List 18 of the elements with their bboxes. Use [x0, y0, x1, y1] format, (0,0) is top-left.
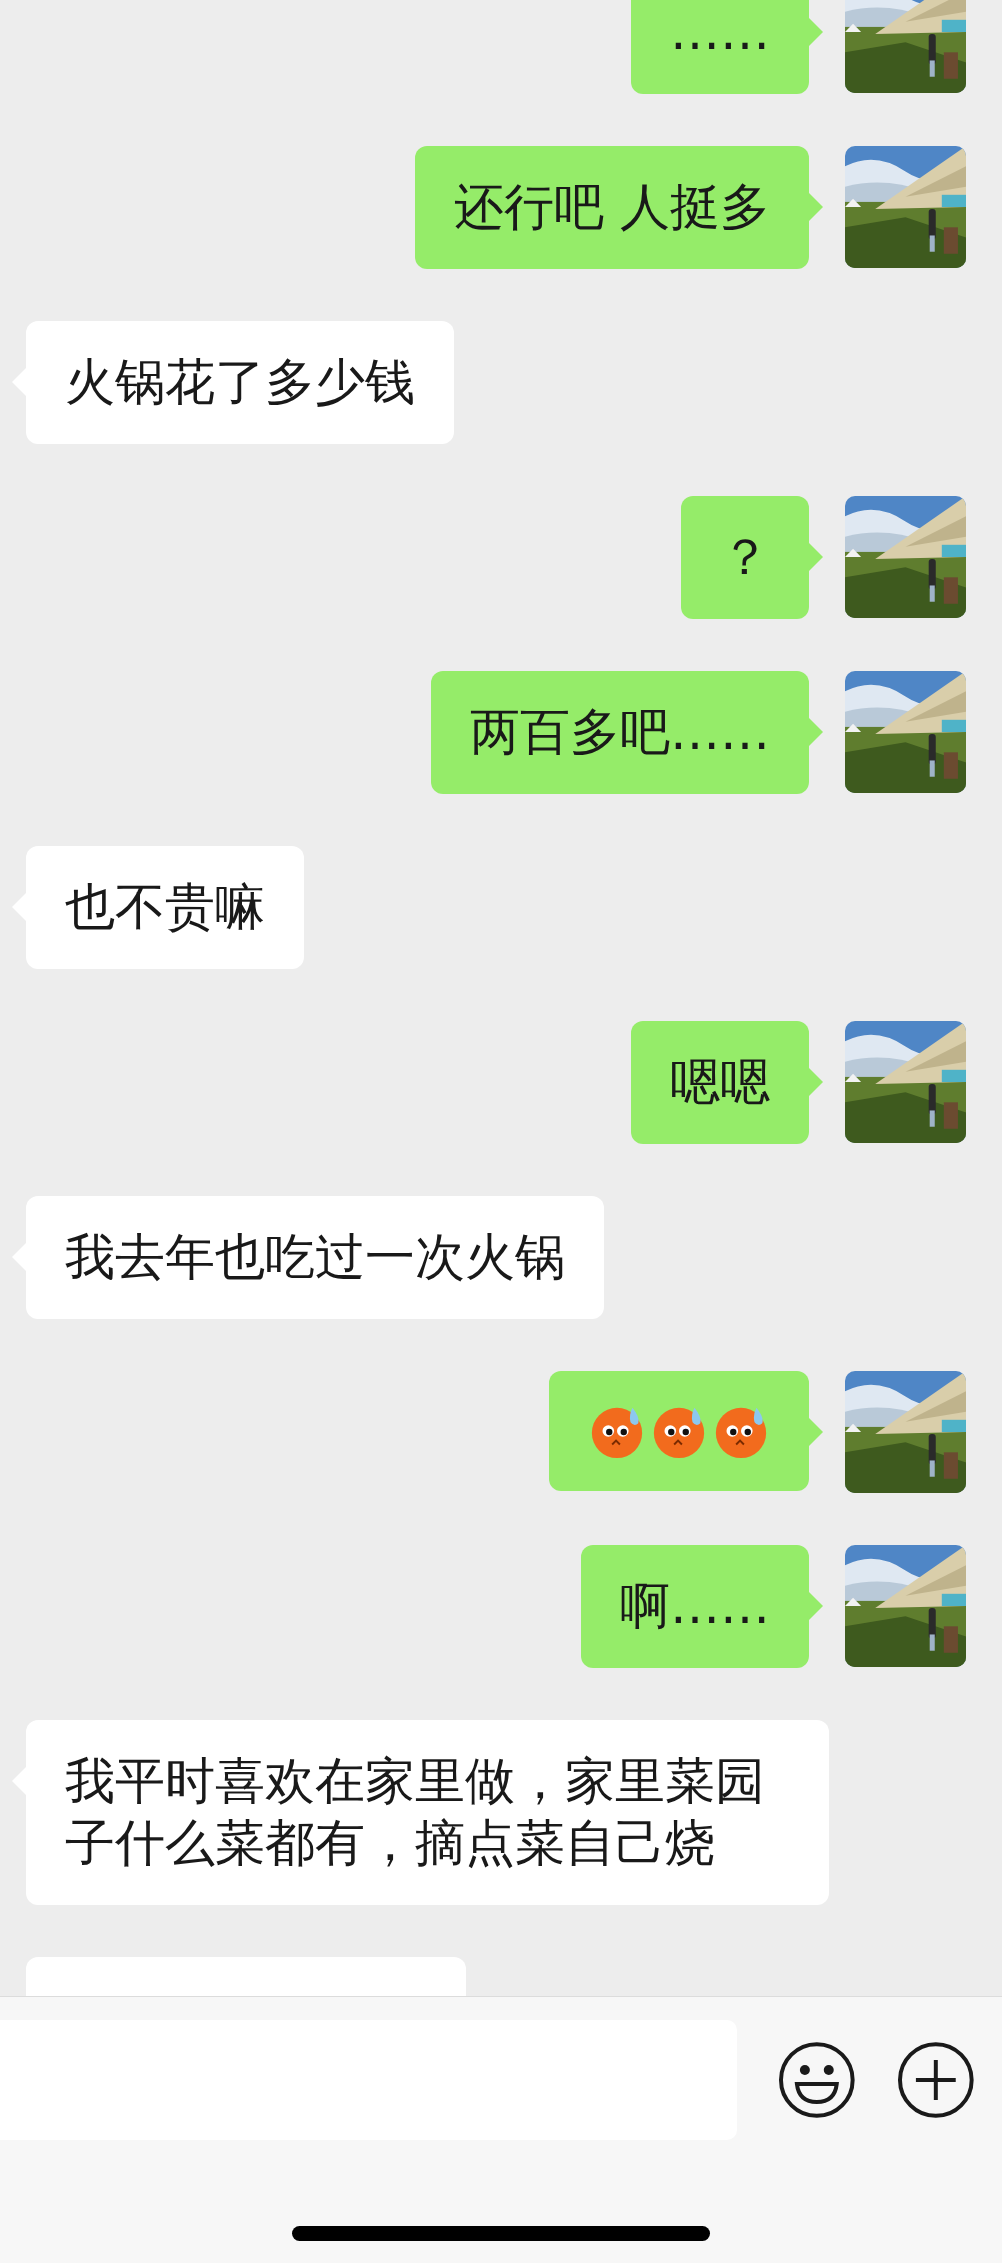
bubble-tail — [809, 543, 823, 571]
bubble-tail — [809, 18, 823, 46]
message-bubble: 我去年也吃过一次火锅 — [26, 1196, 604, 1319]
message-bubble: 火锅花了多少钱 — [26, 321, 454, 444]
message-bubble: 嗯嗯 — [631, 1021, 809, 1144]
bubble-tail — [809, 718, 823, 746]
bubble-tail — [809, 1068, 823, 1096]
message-bubble: …… — [631, 0, 809, 94]
message-bubble: 也不贵嘛 — [26, 846, 304, 969]
message-bubble: ？ — [681, 496, 809, 619]
plus-icon[interactable] — [896, 2040, 976, 2120]
message-bubble: 我平时喜欢在家里做，家里菜园子什么菜都有，摘点菜自己烧 — [26, 1720, 829, 1905]
message-bubble: 两百多吧…… — [431, 671, 809, 794]
smiley-icon[interactable] — [776, 2040, 857, 2120]
message-bubble: 啊…… — [581, 1545, 809, 1668]
message-bubble: 还行吧 人挺多 — [415, 146, 809, 269]
bubble-tail — [809, 193, 823, 221]
bubble-tail — [809, 1592, 823, 1620]
